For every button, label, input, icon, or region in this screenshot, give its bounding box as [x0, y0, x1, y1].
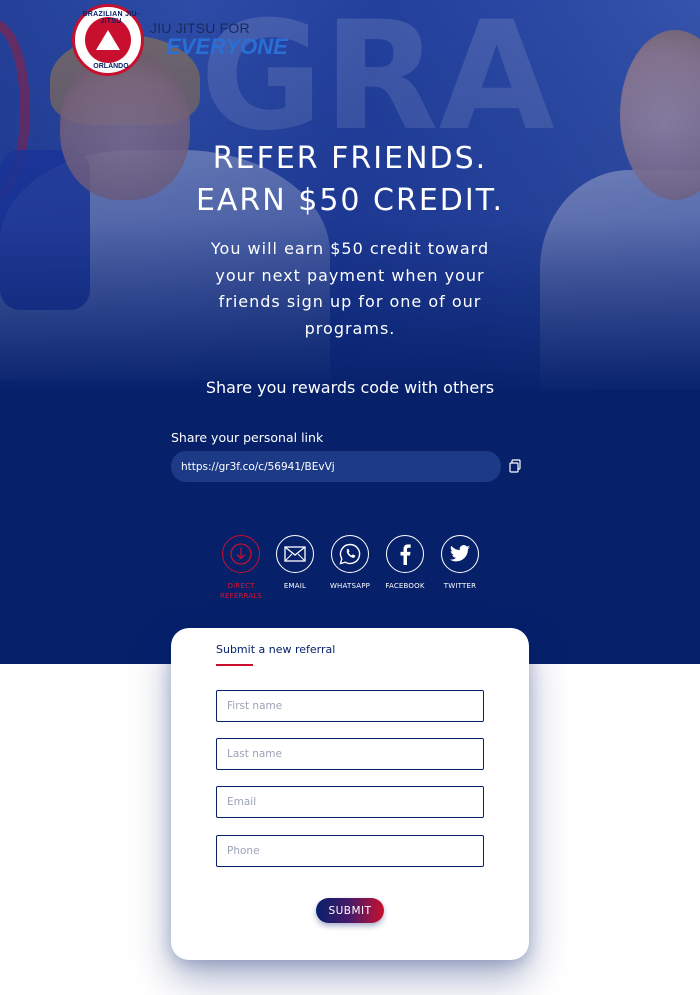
logo-triangle-icon: [96, 30, 120, 50]
share-facebook-label: FACEBOOK: [385, 582, 425, 590]
logo-ring-bottom-text: ORLANDO: [93, 63, 129, 70]
school-logo[interactable]: BRAZILIAN JIU-JITSU ORLANDO: [72, 4, 144, 76]
download-icon: [222, 535, 260, 573]
email-placeholder: Email: [227, 796, 257, 808]
personal-link-field[interactable]: https://gr3f.co/c/56941/BEvVj: [171, 451, 501, 482]
copy-icon[interactable]: [509, 459, 521, 473]
form-title: Submit a new referral: [216, 643, 336, 656]
phone-placeholder: Phone: [227, 845, 260, 857]
last-name-field[interactable]: Last name: [216, 738, 484, 770]
email-field[interactable]: Email: [216, 786, 484, 818]
referral-form-card: Submit a new referral First name Last na…: [171, 628, 529, 960]
share-direct-referrals-label: DIRECT REFERRALS: [219, 582, 263, 600]
share-buttons-row: DIRECT REFERRALS EMAIL WHATSAPP FACEBOOK…: [0, 535, 700, 605]
last-name-placeholder: Last name: [227, 748, 282, 760]
submit-button[interactable]: SUBMIT: [316, 898, 384, 923]
envelope-icon: [276, 535, 314, 573]
whatsapp-icon: [331, 535, 369, 573]
page-headline: REFER FRIENDS. EARN $50 CREDIT.: [0, 138, 700, 222]
headline-line-1: REFER FRIENDS.: [212, 141, 488, 176]
share-email-button[interactable]: EMAIL: [265, 535, 325, 591]
logo-ring-top-text: BRAZILIAN JIU-JITSU: [82, 11, 140, 25]
twitter-icon: [441, 535, 479, 573]
tagline-bottom: EVERYONE: [166, 34, 288, 59]
personal-link-value: https://gr3f.co/c/56941/BEvVj: [181, 460, 335, 473]
phone-field[interactable]: Phone: [216, 835, 484, 867]
share-whatsapp-label: WHATSAPP: [329, 582, 371, 590]
first-name-field[interactable]: First name: [216, 690, 484, 722]
form-title-underline: [216, 664, 253, 666]
share-direct-referrals-button[interactable]: DIRECT REFERRALS: [211, 535, 271, 601]
share-twitter-label: TWITTER: [443, 582, 477, 590]
facebook-icon: [386, 535, 424, 573]
share-email-label: EMAIL: [283, 582, 307, 590]
personal-link-label: Share your personal link: [171, 430, 324, 445]
headline-line-2: EARN $50 CREDIT.: [195, 183, 505, 218]
headline-description: You will earn $50 credit toward your nex…: [210, 239, 490, 338]
first-name-placeholder: First name: [227, 700, 283, 712]
share-section-title: Share you rewards code with others: [205, 378, 495, 397]
share-twitter-button[interactable]: TWITTER: [430, 535, 490, 591]
share-facebook-button[interactable]: FACEBOOK: [375, 535, 435, 591]
share-whatsapp-button[interactable]: WHATSAPP: [320, 535, 380, 591]
hero-section: GRA BRAZILIAN JIU-JITSU ORLANDO JIU JITS…: [0, 0, 700, 664]
